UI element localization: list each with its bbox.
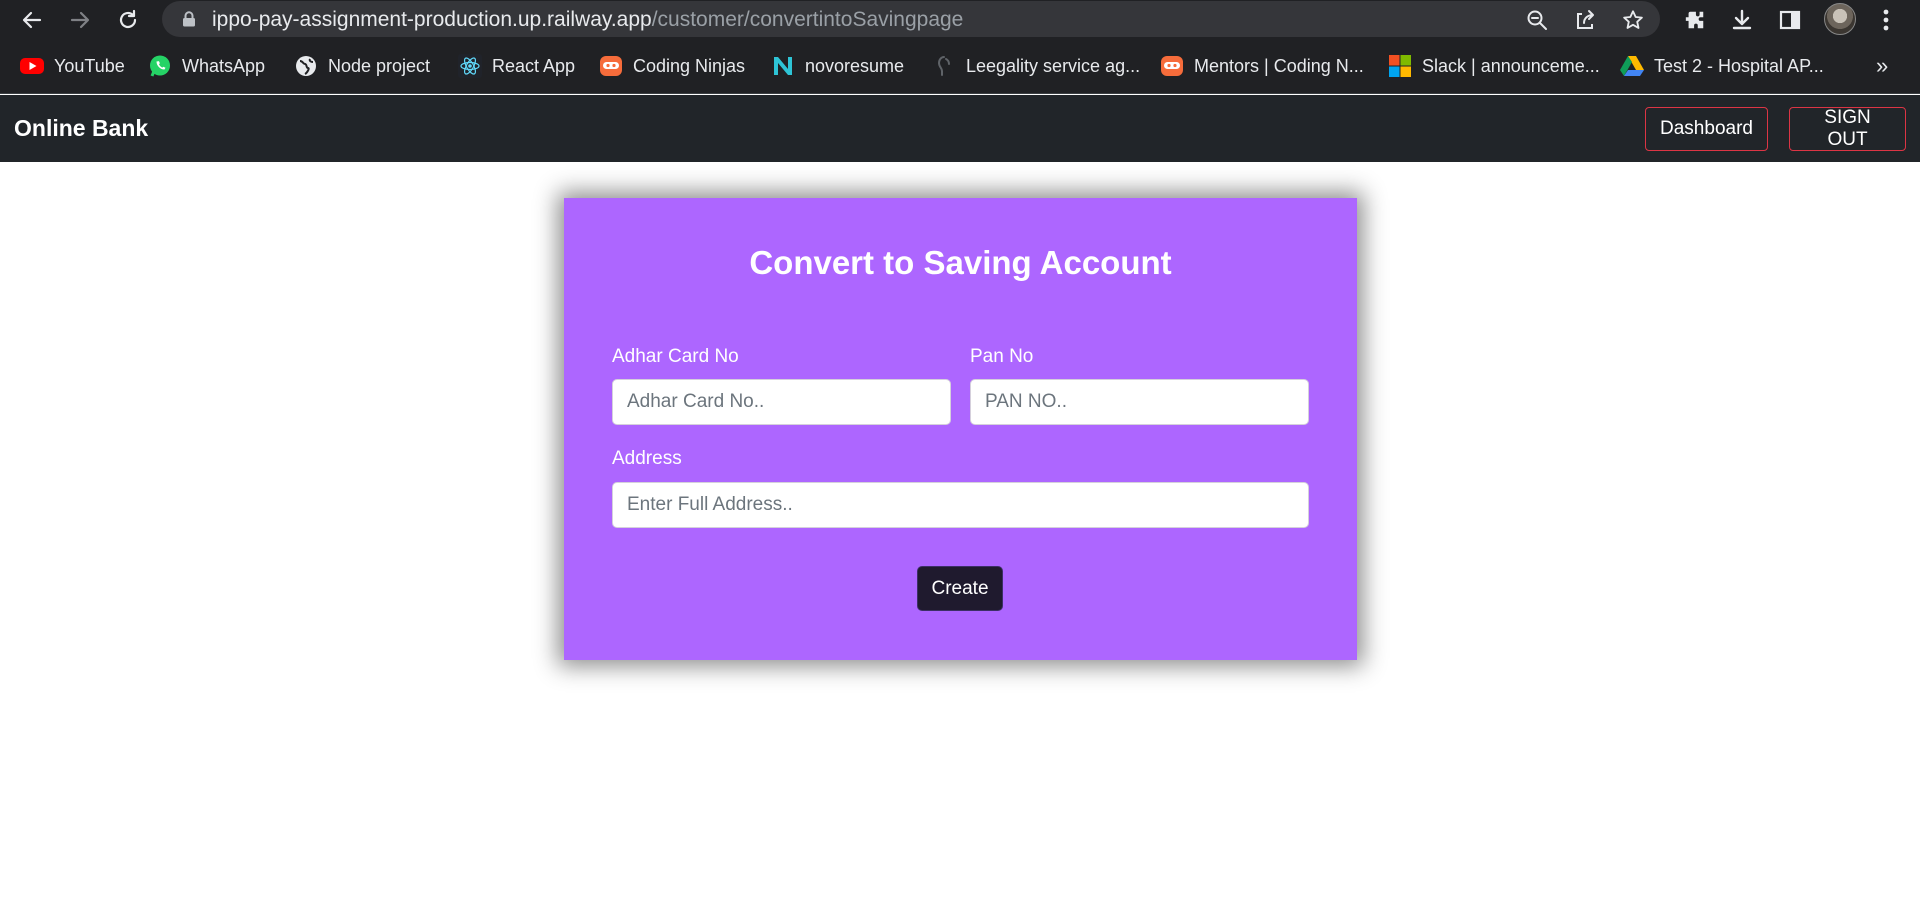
bookmark-test-2-hospital[interactable]: Test 2 - Hospital AP... [1620, 52, 1824, 80]
bookmark-slack[interactable]: Slack | announceme... [1388, 52, 1600, 80]
side-panel-icon[interactable] [1774, 4, 1806, 36]
profile-avatar[interactable] [1824, 3, 1856, 35]
more-bookmarks-label: » [1876, 53, 1889, 78]
bookmark-mentors-coding-ninjas[interactable]: Mentors | Coding N... [1160, 52, 1364, 80]
whatsapp-icon [148, 54, 172, 78]
bookmark-react-app[interactable]: React App [458, 52, 575, 80]
bookmark-label: Test 2 - Hospital AP... [1654, 55, 1824, 76]
pan-input[interactable] [970, 379, 1309, 425]
create-button[interactable]: Create [917, 566, 1003, 611]
bookmark-label: React App [492, 55, 576, 76]
download-icon[interactable] [1726, 4, 1758, 36]
bookmark-label: Node project [328, 55, 431, 76]
bookmark-label: Mentors | Coding N... [1194, 55, 1364, 76]
bookmark-node-project[interactable]: Node project [294, 52, 430, 80]
address-bar[interactable]: ippo-pay-assignment-production.up.railwa… [162, 1, 1660, 37]
coding-ninjas-icon [1160, 54, 1184, 78]
bookmark-leegality[interactable]: Leegality service ag... [932, 52, 1140, 80]
convert-saving-card: Convert to Saving Account Adhar Card No … [564, 198, 1357, 660]
microsoft-icon [1388, 54, 1412, 78]
google-drive-icon [1620, 54, 1644, 78]
bookmarks-bar: YouTube WhatsApp Node project React App … [0, 38, 1920, 94]
star-icon[interactable] [1620, 7, 1646, 33]
app-navbar: Online Bank Dashboard SIGN OUT [0, 95, 1920, 162]
more-bookmarks-button[interactable]: » [1876, 52, 1888, 80]
bookmark-novoresume[interactable]: novoresume [771, 52, 904, 80]
bookmark-label: WhatsApp [182, 55, 266, 76]
coding-ninjas-icon [599, 54, 623, 78]
back-icon[interactable] [16, 4, 48, 36]
bookmark-label: Slack | announceme... [1422, 55, 1600, 76]
react-icon [458, 54, 482, 78]
address-label: Address [612, 448, 682, 469]
dashboard-button[interactable]: Dashboard [1645, 107, 1768, 151]
leegality-icon [932, 54, 956, 78]
bookmark-label: novoresume [805, 55, 905, 76]
forward-icon[interactable] [64, 4, 96, 36]
menu-kebab-icon[interactable] [1870, 4, 1902, 36]
sign-out-button[interactable]: SIGN OUT [1789, 107, 1906, 151]
bookmark-label: YouTube [54, 55, 125, 76]
lock-icon [182, 11, 196, 32]
zoom-icon[interactable] [1524, 7, 1550, 33]
youtube-icon [20, 54, 44, 78]
bookmark-whatsapp[interactable]: WhatsApp [148, 52, 265, 80]
form-title: Convert to Saving Account [749, 244, 1172, 281]
address-input[interactable] [612, 482, 1309, 528]
brand-logo[interactable]: Online Bank [14, 115, 148, 142]
url-text: ippo-pay-assignment-production.up.railwa… [212, 8, 964, 31]
bookmark-youtube[interactable]: YouTube [20, 52, 125, 80]
bookmark-label: Coding Ninjas [633, 55, 746, 76]
browser-toolbar: ippo-pay-assignment-production.up.railwa… [0, 0, 1920, 38]
adhar-input[interactable] [612, 379, 951, 425]
bookmark-coding-ninjas[interactable]: Coding Ninjas [599, 52, 745, 80]
pan-label: Pan No [970, 346, 1034, 367]
bookmark-label: Leegality service ag... [966, 55, 1141, 76]
extensions-icon[interactable] [1679, 4, 1711, 36]
adhar-label: Adhar Card No [612, 346, 739, 367]
globe-icon [294, 54, 318, 78]
novoresume-icon [771, 54, 795, 78]
reload-icon[interactable] [112, 4, 144, 36]
share-icon[interactable] [1572, 7, 1598, 33]
